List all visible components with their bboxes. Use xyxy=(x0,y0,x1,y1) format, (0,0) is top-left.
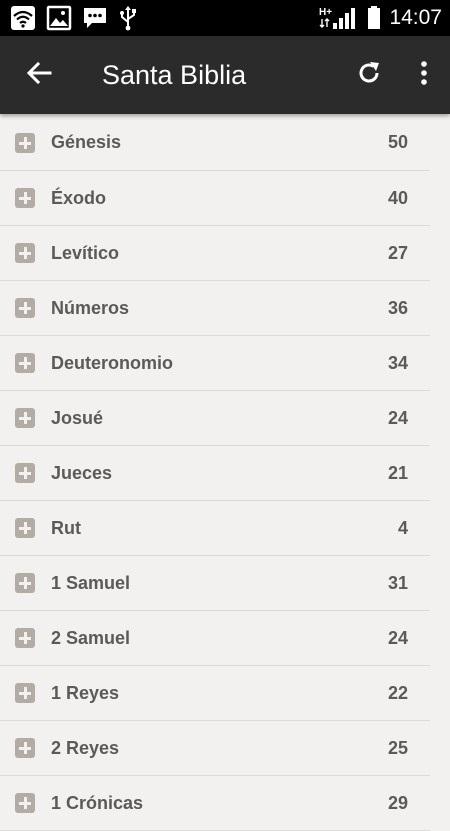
image-icon xyxy=(46,5,72,31)
book-name: Rut xyxy=(51,517,81,538)
more-vert-icon xyxy=(420,60,428,91)
chapter-count: 27 xyxy=(387,242,408,263)
book-row-1-reyes[interactable]: 1 Reyes 22 xyxy=(0,666,430,721)
signal-icon: H+ xyxy=(319,5,359,31)
expand-icon[interactable] xyxy=(15,243,35,263)
chapter-count: 22 xyxy=(387,682,408,703)
expand-icon[interactable] xyxy=(15,573,35,593)
book-name: 1 Samuel xyxy=(51,572,131,593)
book-row-jueces[interactable]: Jueces 21 xyxy=(0,446,430,501)
book-row-exodo[interactable]: Éxodo 40 xyxy=(0,171,430,226)
book-name: Jueces xyxy=(51,462,113,483)
book-name: Génesis xyxy=(51,132,122,152)
arrow-back-icon xyxy=(26,61,52,90)
chapter-count: 21 xyxy=(387,462,408,483)
book-name: Números xyxy=(51,297,130,318)
refresh-button[interactable] xyxy=(340,36,398,114)
book-name: 2 Reyes xyxy=(51,737,120,758)
chapter-count: 40 xyxy=(387,187,408,208)
chapter-count: 34 xyxy=(387,352,408,373)
expand-icon[interactable] xyxy=(15,793,35,813)
book-row-2-reyes[interactable]: 2 Reyes 25 xyxy=(0,721,430,776)
message-icon xyxy=(82,5,108,31)
chapter-count: 29 xyxy=(387,792,408,813)
book-row-2-samuel[interactable]: 2 Samuel 24 xyxy=(0,611,430,666)
more-options-button[interactable] xyxy=(398,36,450,114)
book-name: Levítico xyxy=(51,242,120,263)
battery-icon xyxy=(367,5,381,31)
book-name: 1 Reyes xyxy=(51,682,120,703)
book-list: Génesis 50 Éxodo 40 Levítico 27 Números … xyxy=(0,115,430,831)
book-row-levitico[interactable]: Levítico 27 xyxy=(0,226,430,281)
network-type-label: H+ xyxy=(319,7,332,18)
expand-icon[interactable] xyxy=(15,408,35,428)
chapter-count: 24 xyxy=(387,627,408,648)
back-button[interactable] xyxy=(0,36,78,114)
status-bar: H+ 14:07 xyxy=(0,0,450,36)
notification-icons xyxy=(10,5,138,31)
book-row-1-cronicas[interactable]: 1 Crónicas 29 xyxy=(0,776,430,831)
chapter-count: 25 xyxy=(387,737,408,758)
page-title: Santa Biblia xyxy=(102,59,247,90)
chapter-count: 24 xyxy=(387,407,408,428)
usb-icon xyxy=(118,5,138,31)
chapter-count: 4 xyxy=(397,517,408,538)
book-row-deuteronomio[interactable]: Deuteronomio 34 xyxy=(0,336,430,391)
book-name: Deuteronomio xyxy=(51,352,174,373)
system-icons: H+ 14:07 xyxy=(319,5,442,31)
book-name: Éxodo xyxy=(51,187,107,208)
expand-icon[interactable] xyxy=(15,628,35,648)
book-row-numeros[interactable]: Números 36 xyxy=(0,281,430,336)
expand-icon[interactable] xyxy=(15,188,35,208)
chapter-count: 36 xyxy=(387,297,408,318)
chapter-count: 50 xyxy=(387,132,408,152)
expand-icon[interactable] xyxy=(15,683,35,703)
expand-icon[interactable] xyxy=(15,738,35,758)
book-name: Josué xyxy=(51,407,104,428)
wifi-icon xyxy=(10,5,36,31)
refresh-icon xyxy=(356,60,382,91)
book-row-genesis[interactable]: Génesis 50 xyxy=(0,115,430,171)
book-name: 1 Crónicas xyxy=(51,792,144,813)
expand-icon[interactable] xyxy=(15,298,35,318)
book-name: 2 Samuel xyxy=(51,627,131,648)
expand-icon[interactable] xyxy=(15,353,35,373)
expand-icon[interactable] xyxy=(15,463,35,483)
expand-icon[interactable] xyxy=(15,518,35,538)
clock: 14:07 xyxy=(389,6,442,29)
book-row-1-samuel[interactable]: 1 Samuel 31 xyxy=(0,556,430,611)
book-row-rut[interactable]: Rut 4 xyxy=(0,501,430,556)
book-row-josue[interactable]: Josué 24 xyxy=(0,391,430,446)
chapter-count: 31 xyxy=(387,572,408,593)
expand-icon[interactable] xyxy=(15,132,35,153)
app-bar: Santa Biblia xyxy=(0,36,450,114)
